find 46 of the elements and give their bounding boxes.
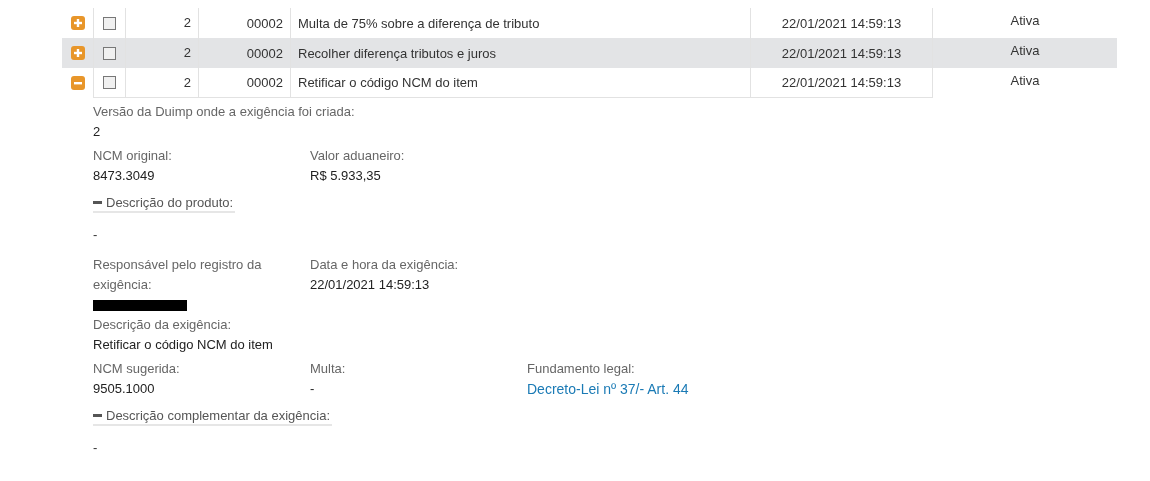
legal-basis-link[interactable]: Decreto-Lei nº 37/- Art. 44 <box>527 379 689 399</box>
section-toggle[interactable]: Descrição complementar da exigência: <box>93 408 332 426</box>
field-value: - <box>93 440 98 455</box>
checkbox[interactable] <box>103 16 116 30</box>
code-cell: 00002 <box>246 75 283 90</box>
field-label: Versão da Duimp onde a exigência foi criada: <box>93 103 355 121</box>
status-cell: Ativa <box>1010 13 1040 28</box>
description-cell: Recolher diferença tributos e juros <box>298 45 496 61</box>
collapse-icon[interactable] <box>70 76 85 90</box>
field-value: 2 <box>93 123 101 141</box>
field-label: Multa: <box>310 360 346 378</box>
version-cell: 2 <box>183 45 191 60</box>
requirement-row[interactable]: 2 00002 Recolher diferença tributos e juros 22/01/2021 14:59:13 Ativa <box>62 38 1117 68</box>
checkbox[interactable] <box>103 46 116 60</box>
description-cell: Multa de 75% sobre a diferença de tributo <box>298 15 540 31</box>
field-value: R$ 5.933,35 <box>310 167 381 185</box>
code-cell: 00002 <box>246 45 283 61</box>
field-value: 9505.1000 <box>93 380 155 398</box>
field-label: Valor aduaneiro: <box>310 147 405 165</box>
field-value: 8473.3049 <box>93 167 155 185</box>
expand-icon[interactable] <box>70 46 85 60</box>
field-label: Responsável pelo registro da exigência: <box>93 256 263 294</box>
field-value: Retificar o código NCM do item <box>93 336 273 354</box>
expand-icon[interactable] <box>70 16 85 30</box>
description-cell: Retificar o código NCM do item <box>298 75 478 90</box>
version-cell: 2 <box>183 75 191 90</box>
datetime-cell: 22/01/2021 14:59:13 <box>781 15 902 31</box>
version-cell: 2 <box>183 15 191 30</box>
code-cell: 00002 <box>246 15 283 31</box>
field-label: NCM sugerida: <box>93 360 180 378</box>
field-value: 22/01/2021 14:59:13 <box>310 276 430 294</box>
field-label: Descrição da exigência: <box>93 316 232 334</box>
datetime-cell: 22/01/2021 14:59:13 <box>781 75 902 90</box>
field-value: - <box>310 380 315 398</box>
checkbox[interactable] <box>103 76 116 89</box>
minus-icon <box>93 201 102 204</box>
field-label: Data e hora da exigência: <box>310 256 459 274</box>
requirement-row[interactable]: 2 00002 Retificar o código NCM do item 22/01/2021 14:59:13 Ativa <box>62 68 1117 98</box>
status-cell: Ativa <box>1010 73 1040 88</box>
datetime-cell: 22/01/2021 14:59:13 <box>781 45 902 61</box>
section-toggle[interactable]: Descrição do produto: <box>93 195 236 213</box>
status-cell: Ativa <box>1010 43 1040 58</box>
field-label: NCM original: <box>93 147 172 165</box>
minus-icon <box>93 414 102 417</box>
field-value: - <box>93 227 98 242</box>
field-label: Fundamento legal: <box>527 360 635 378</box>
